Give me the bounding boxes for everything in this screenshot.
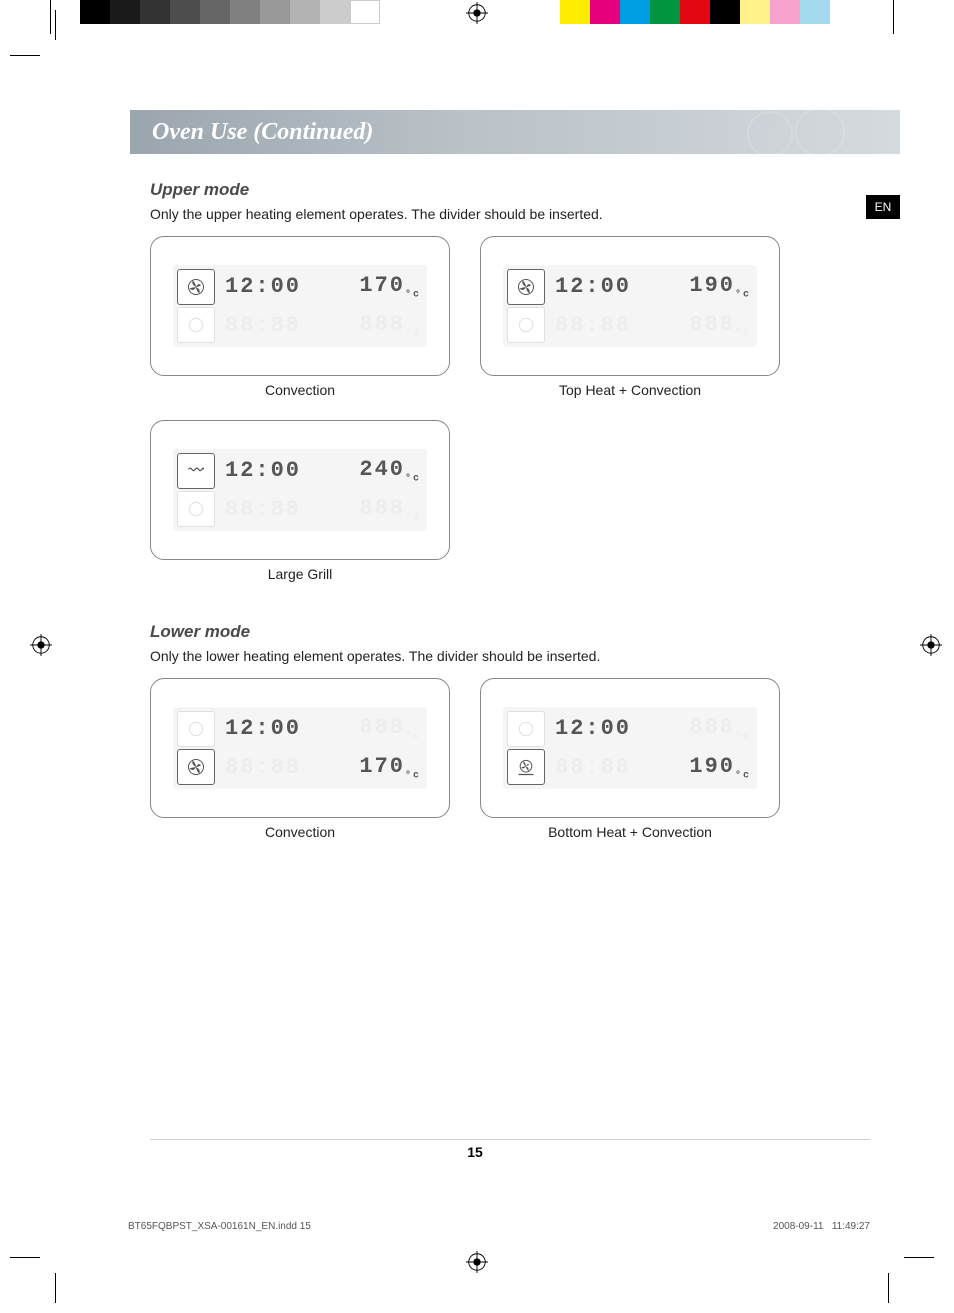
upper-mode-title: Upper mode bbox=[150, 180, 830, 200]
oven-display-panel: 12:00 190°c 88:88 888°c bbox=[480, 236, 780, 376]
fan-icon bbox=[177, 269, 215, 305]
panel-label: Convection bbox=[150, 824, 450, 840]
fan-bottom-icon bbox=[507, 749, 545, 785]
section-heading-band: Oven Use (Continued) bbox=[130, 110, 900, 154]
temp-readout-ghost: 888°c bbox=[359, 496, 421, 523]
temp-readout: 190°c bbox=[689, 754, 751, 781]
temp-readout-ghost: 888°c bbox=[689, 312, 751, 339]
crop-mark bbox=[10, 55, 40, 56]
oven-display-panel: 12:00 170°c 88:88 888°c bbox=[150, 236, 450, 376]
lower-mode-desc: Only the lower heating element operates.… bbox=[150, 648, 830, 664]
imprint-datetime: 2008-09-11 11:49:27 bbox=[773, 1221, 870, 1232]
oven-display-panel: 12:00 888°c 88:88 190°c bbox=[480, 678, 780, 818]
watermark-icon bbox=[740, 106, 860, 163]
page-title: Oven Use (Continued) bbox=[152, 119, 373, 146]
crop-mark bbox=[888, 1273, 889, 1303]
mode-icon-ghost bbox=[507, 711, 545, 747]
mode-icon-ghost bbox=[177, 711, 215, 747]
registration-mark-icon bbox=[466, 1251, 488, 1273]
page-frame: Oven Use (Continued) EN Upper mode Only … bbox=[60, 60, 890, 1240]
time-readout: 12:00 bbox=[225, 716, 301, 741]
panel-label: Convection bbox=[150, 382, 450, 398]
temp-readout-ghost: 888°c bbox=[689, 715, 751, 742]
mode-icon-ghost bbox=[177, 307, 215, 343]
grayscale-swatch-bar bbox=[80, 0, 380, 24]
lower-mode-title: Lower mode bbox=[150, 622, 830, 642]
mode-icon-ghost bbox=[177, 491, 215, 527]
divider bbox=[893, 0, 894, 34]
temp-readout: 240°c bbox=[359, 457, 421, 484]
oven-display-panel: 12:00 240°c 88:88 888°c bbox=[150, 420, 450, 560]
time-readout: 12:00 bbox=[225, 458, 301, 483]
time-readout-ghost: 88:88 bbox=[225, 497, 301, 522]
time-readout-ghost: 88:88 bbox=[225, 313, 301, 338]
page-number: 15 bbox=[60, 1144, 890, 1160]
crop-mark bbox=[10, 1257, 40, 1258]
panel-label: Top Heat + Convection bbox=[480, 382, 780, 398]
grill-icon bbox=[177, 453, 215, 489]
temp-readout-ghost: 888°c bbox=[359, 715, 421, 742]
time-readout-ghost: 88:88 bbox=[555, 313, 631, 338]
time-readout: 12:00 bbox=[555, 716, 631, 741]
imprint-file: BT65FQBPST_XSA-00161N_EN.indd 15 bbox=[128, 1221, 311, 1232]
panel-label: Bottom Heat + Convection bbox=[480, 824, 780, 840]
time-readout: 12:00 bbox=[225, 274, 301, 299]
temp-readout: 170°c bbox=[359, 754, 421, 781]
upper-mode-desc: Only the upper heating element operates.… bbox=[150, 206, 830, 222]
temp-readout: 190°c bbox=[689, 273, 751, 300]
temp-readout-ghost: 888°c bbox=[359, 312, 421, 339]
crop-mark bbox=[904, 1257, 934, 1258]
registration-mark-icon bbox=[466, 2, 488, 24]
registration-mark-icon bbox=[920, 634, 942, 656]
fan-icon bbox=[177, 749, 215, 785]
divider bbox=[50, 0, 51, 34]
content-area: Upper mode Only the upper heating elemen… bbox=[150, 180, 830, 862]
registration-mark-icon bbox=[30, 634, 52, 656]
fan-icon bbox=[507, 269, 545, 305]
time-readout-ghost: 88:88 bbox=[225, 755, 301, 780]
crop-mark bbox=[55, 10, 56, 40]
time-readout: 12:00 bbox=[555, 274, 631, 299]
temp-readout: 170°c bbox=[359, 273, 421, 300]
language-label: EN bbox=[875, 200, 892, 214]
oven-display-panel: 12:00 888°c 88:88 170°c bbox=[150, 678, 450, 818]
footer-rule bbox=[150, 1139, 870, 1140]
mode-icon-ghost bbox=[507, 307, 545, 343]
language-tab: EN bbox=[866, 195, 900, 219]
time-readout-ghost: 88:88 bbox=[555, 755, 631, 780]
crop-mark bbox=[55, 1273, 56, 1303]
color-swatch-bar bbox=[560, 0, 830, 24]
panel-label: Large Grill bbox=[150, 566, 450, 582]
imprint-line: BT65FQBPST_XSA-00161N_EN.indd 15 2008-09… bbox=[128, 1221, 870, 1232]
